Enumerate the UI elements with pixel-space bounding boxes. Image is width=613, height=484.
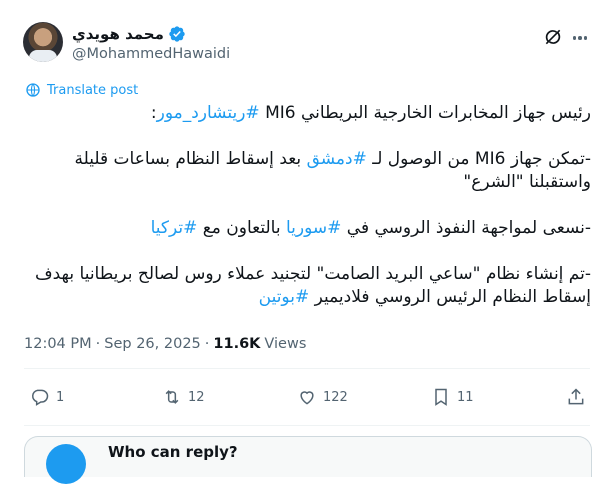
bookmark-icon — [435, 388, 447, 406]
tweet-header: محمد هويدي @MohammedHawaidi — [0, 0, 613, 72]
bookmark-count: 11 — [457, 389, 474, 405]
repost-icon — [165, 390, 179, 404]
grok-icon[interactable] — [543, 27, 563, 47]
tweet-time[interactable]: 12:04 PM — [24, 336, 92, 352]
reply-restriction-box: Who can reply? — [24, 436, 592, 484]
share-button[interactable] — [566, 382, 586, 412]
verified-badge-icon — [169, 26, 185, 42]
views-label: Views — [264, 336, 307, 352]
divider — [24, 368, 590, 369]
heart-icon — [300, 391, 314, 405]
tweet-date[interactable]: Sep 26, 2025 — [104, 336, 201, 352]
repost-button[interactable]: 12 — [162, 382, 205, 412]
tweet-paragraph-2: -تمكن جهاز MI6 من الوصول لـ #دمشق بعد إس… — [21, 148, 591, 194]
tweet-line-1: رئيس جهاز المخابرات الخارجية البريطاني M… — [21, 102, 591, 125]
author-avatar[interactable] — [23, 22, 63, 62]
hashtag-syria[interactable]: #سوريا — [286, 218, 341, 238]
translate-post-link[interactable]: Translate post — [25, 82, 138, 98]
tweet-paragraph-4: -تم إنشاء نظام "ساعي البريد الصامت" لتجن… — [21, 263, 591, 309]
tweet-paragraph-3: -نسعى لمواجهة النفوذ الروسي في #سوريا با… — [21, 217, 591, 240]
tweet-text: رئيس جهاز المخابرات الخارجية البريطاني M… — [21, 102, 591, 309]
action-bar: 1 12 122 11 — [24, 382, 590, 412]
meta-separator: · — [95, 336, 101, 352]
bookmark-button[interactable]: 11 — [431, 382, 474, 412]
who-can-reply-label: Who can reply? — [108, 443, 238, 461]
translate-post-label: Translate post — [47, 82, 139, 98]
divider — [24, 425, 590, 426]
author-display-name[interactable]: محمد هويدي — [72, 25, 164, 43]
author-name-row: محمد هويدي — [72, 24, 186, 44]
reply-count: 1 — [56, 389, 65, 405]
text-segment: رئيس جهاز المخابرات الخارجية البريطاني M… — [259, 103, 591, 123]
text-segment: -تم إنشاء نظام "ساعي البريد الصامت" لتجن… — [35, 264, 591, 307]
text-segment: -نسعى لمواجهة النفوذ الروسي في — [341, 218, 591, 238]
repost-count: 12 — [188, 389, 205, 405]
text-segment: بالتعاون مع — [197, 218, 286, 238]
hashtag-turkey[interactable]: #تركيا — [151, 218, 198, 238]
like-button[interactable]: 122 — [297, 382, 348, 412]
share-icon — [568, 388, 584, 405]
hashtag-putin[interactable]: #بوتين — [259, 287, 310, 307]
globe-icon — [26, 83, 40, 97]
author-handle[interactable]: @MohammedHawaidi — [72, 46, 230, 62]
tweet-meta: 12:04 PM · Sep 26, 2025 · 11.6K Views — [24, 336, 306, 352]
views-count: 11.6K — [213, 336, 261, 352]
reply-button[interactable]: 1 — [30, 382, 64, 412]
reply-restriction-icon — [46, 444, 86, 484]
text-segment: -تمكن جهاز MI6 من الوصول لـ — [366, 149, 591, 169]
hashtag-richard-moore[interactable]: #ريتشارد_مور — [157, 103, 260, 123]
hashtag-damascus[interactable]: #دمشق — [307, 149, 367, 169]
reply-icon — [32, 389, 49, 406]
meta-separator: · — [204, 336, 210, 352]
more-options-icon[interactable] — [570, 28, 590, 48]
like-count: 122 — [323, 389, 348, 405]
